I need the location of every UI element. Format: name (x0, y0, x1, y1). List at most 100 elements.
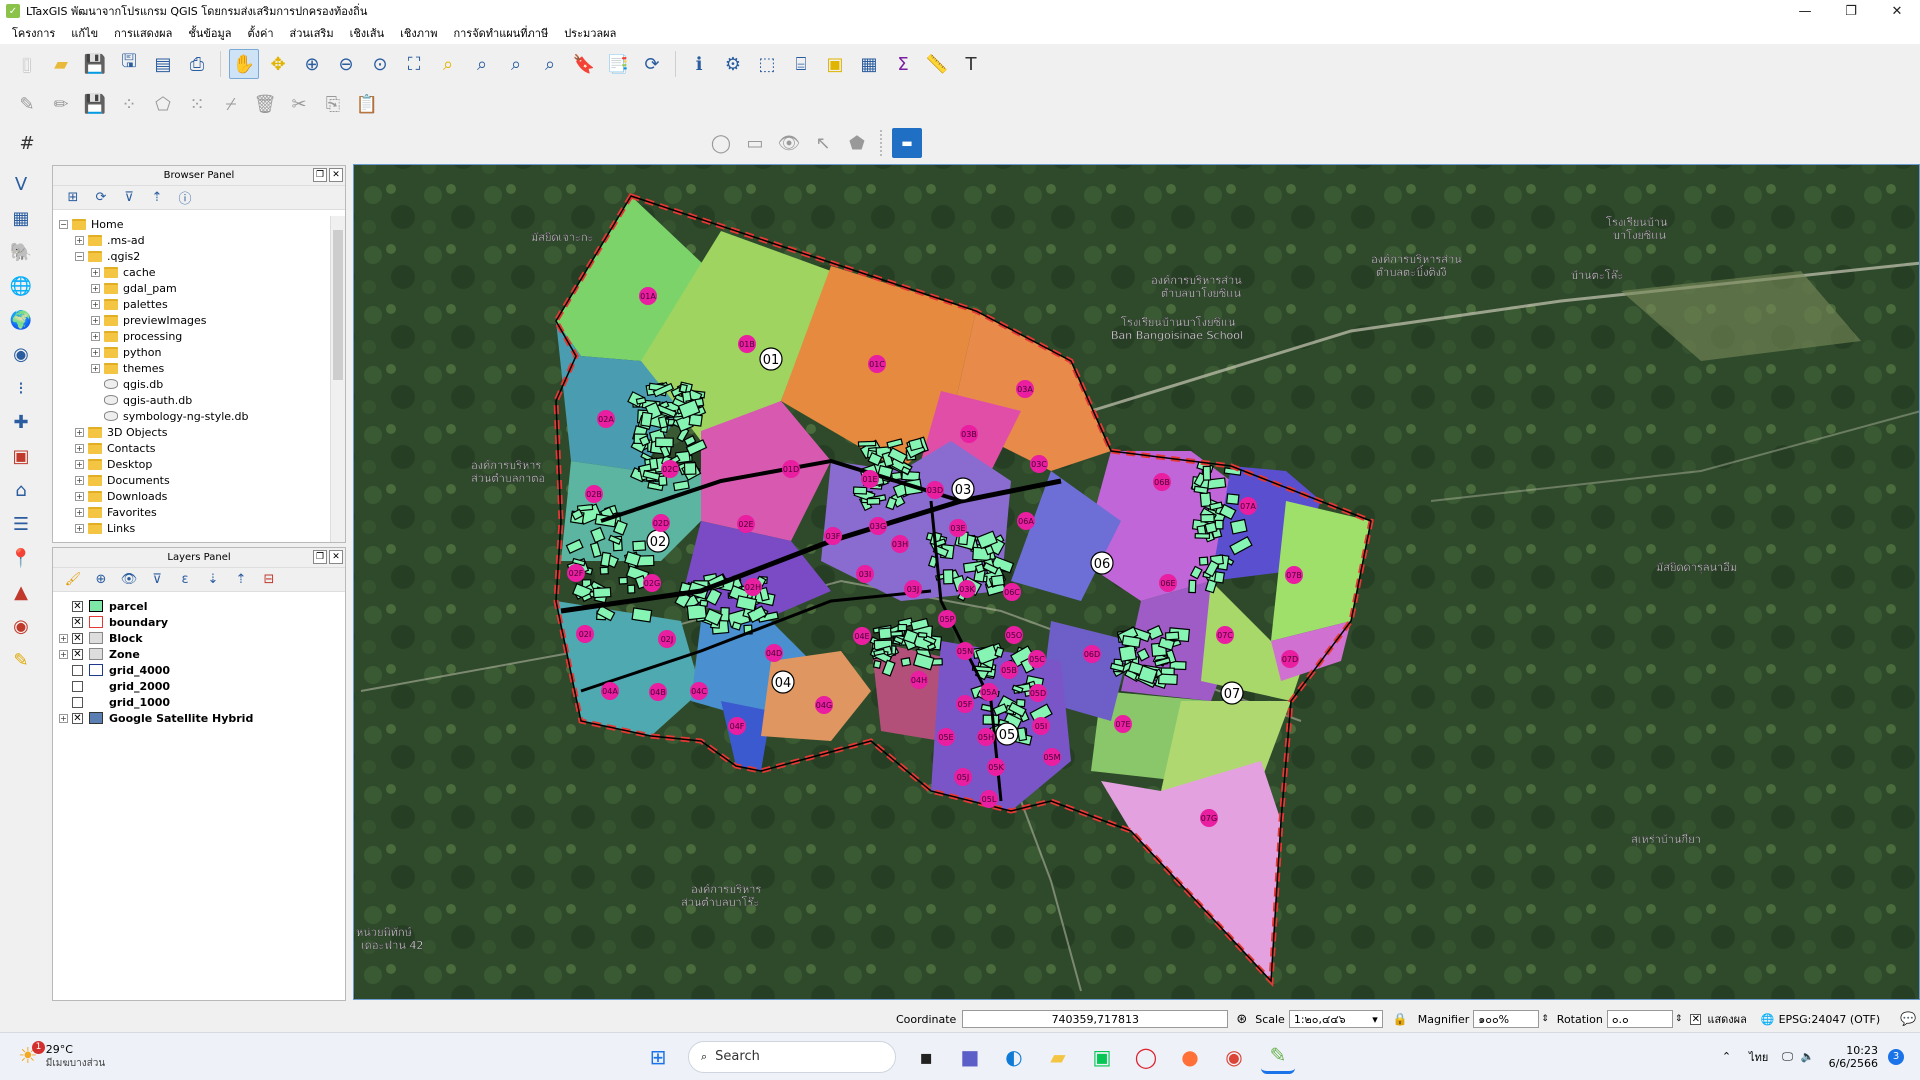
file-explorer-icon[interactable]: ▰ (1041, 1040, 1075, 1074)
browser-item[interactable]: + Desktop (59, 456, 345, 472)
menu-settings[interactable]: ตั้งค่า (239, 24, 281, 42)
filter-legend-icon[interactable]: ⊽ (146, 569, 168, 591)
teams-chat-icon[interactable]: ■ (953, 1040, 987, 1074)
plugin-triangle-icon[interactable]: ▲ (6, 577, 36, 607)
shape-rectangle-icon[interactable]: ▭ (740, 128, 770, 158)
browser-item[interactable]: symbology-ng-style.db (59, 408, 345, 424)
add-polygon-icon[interactable]: ⬠ (148, 89, 178, 119)
open-layer-styling-icon[interactable]: 🖌 (62, 569, 84, 591)
run-feature-action-icon[interactable]: ⚙ (718, 49, 748, 79)
new-print-layout-icon[interactable]: ▤ (148, 49, 178, 79)
zoom-out-icon[interactable]: ⊖ (331, 49, 361, 79)
zoom-to-selection-icon[interactable]: ⌕ (433, 49, 463, 79)
layer-visibility-checkbox[interactable] (72, 696, 83, 708)
task-view-icon[interactable]: ▪ (909, 1040, 943, 1074)
layer-visibility-checkbox[interactable]: ✕ (72, 712, 83, 724)
expand-toggle-icon[interactable]: + (75, 523, 84, 533)
render-checkbox[interactable]: ✕ (1690, 1013, 1702, 1025)
new-shapefile-icon[interactable]: ✚ (6, 407, 36, 437)
menu-edit[interactable]: แก้ไข (63, 24, 106, 42)
expand-toggle-icon[interactable]: + (75, 491, 84, 501)
cut-features-icon[interactable]: ✂ (284, 89, 314, 119)
browser-item[interactable]: + themes (59, 360, 345, 376)
delete-selected-icon[interactable]: 🗑 (250, 89, 280, 119)
refresh-icon[interactable]: ⟳ (637, 49, 667, 79)
add-delimited-text-icon[interactable]: ⁝ (6, 373, 36, 403)
filter-expression-icon[interactable]: ε (174, 569, 196, 591)
statistics-sigma-icon[interactable]: Σ (888, 49, 918, 79)
expand-all-icon[interactable]: ⇣ (202, 569, 224, 591)
layer-item[interactable]: grid_1000 (59, 694, 345, 710)
crs-globe-icon[interactable]: 🌐 (1761, 1013, 1775, 1026)
spin-arrows-icon[interactable]: ⇕ (1675, 1014, 1683, 1024)
deselect-icon[interactable]: ▣ (820, 49, 850, 79)
layer-item[interactable]: ✕ parcel (59, 598, 345, 614)
expand-toggle-icon[interactable]: + (59, 713, 68, 723)
browser-item[interactable]: + Links (59, 520, 345, 536)
save-project-icon[interactable]: 💾 (80, 49, 110, 79)
menu-tax-map[interactable]: การจัดทำแผนที่ภาษี (445, 24, 556, 42)
add-wms-layer-icon[interactable]: 🌐 (6, 271, 36, 301)
add-selected-layers-icon[interactable]: ⊞ (62, 187, 84, 209)
add-wfs-layer-icon[interactable]: 🌍 (6, 305, 36, 335)
menu-layer[interactable]: ชั้นข้อมูล (180, 24, 239, 42)
plugin-a-icon[interactable]: ▣ (6, 441, 36, 471)
expand-toggle-icon[interactable]: + (75, 475, 84, 485)
browser-item[interactable]: qgis.db (59, 376, 345, 392)
plugin-note-icon[interactable]: ✎ (6, 645, 36, 675)
expand-toggle-icon[interactable]: + (91, 363, 100, 373)
browser-item[interactable]: + Downloads (59, 488, 345, 504)
ltaxgis-taskbar-icon[interactable]: ✎ (1261, 1040, 1295, 1074)
refresh-browser-icon[interactable]: ⟳ (90, 187, 112, 209)
add-vector-layer-icon[interactable]: V (6, 169, 36, 199)
close-button[interactable]: ✕ (1874, 0, 1920, 22)
layer-visibility-checkbox[interactable]: ✕ (72, 632, 83, 644)
volume-icon[interactable]: 🔈 (1801, 1050, 1815, 1063)
browser-item[interactable]: + python (59, 344, 345, 360)
layer-visibility-checkbox[interactable] (72, 664, 83, 676)
snapping-grid-icon[interactable]: # (12, 128, 42, 158)
float-layers-button[interactable]: ❐ (313, 550, 327, 564)
modify-attributes-icon[interactable]: ⌿ (216, 89, 246, 119)
plugin-pin-icon[interactable]: 📍 (6, 543, 36, 573)
expand-toggle-icon[interactable]: + (75, 443, 84, 453)
expand-toggle-icon[interactable]: + (59, 633, 68, 643)
close-panel-button[interactable]: ✕ (329, 168, 343, 182)
expand-toggle-icon[interactable]: + (91, 331, 100, 341)
float-panel-button[interactable]: ❐ (313, 168, 327, 182)
layer-item[interactable]: + ✕ Google Satellite Hybrid (59, 710, 345, 726)
taskbar-search-box[interactable]: ⌕ Search (688, 1040, 896, 1073)
menu-raster[interactable]: เชิงภาพ (392, 24, 445, 42)
polygon-tool-icon[interactable]: ⬟ (842, 128, 872, 158)
expand-toggle-icon[interactable]: + (75, 459, 84, 469)
layout-manager-icon[interactable]: ⎙ (182, 49, 212, 79)
menu-project[interactable]: โครงการ (4, 24, 63, 42)
vertex-tool-icon[interactable]: ⁙ (182, 89, 212, 119)
expand-toggle-icon[interactable]: + (59, 649, 68, 659)
plugin-record-icon[interactable]: ◉ (6, 611, 36, 641)
menu-plugins[interactable]: ส่วนเสริม (282, 24, 342, 42)
browser-item[interactable]: − .qgis2 (59, 248, 345, 264)
spin-arrows-icon[interactable]: ⇕ (1541, 1014, 1549, 1024)
magnifier-spinbox[interactable]: ๑๐๐% (1473, 1010, 1540, 1028)
browser-item[interactable]: +3D Objects (59, 424, 345, 440)
browser-item[interactable]: + processing (59, 328, 345, 344)
messages-icon[interactable]: 💬 (1900, 1012, 1916, 1027)
coordinate-field[interactable]: 740359,717813 (962, 1010, 1229, 1028)
plugin-list-icon[interactable]: ☰ (6, 509, 36, 539)
visibility-eye-icon[interactable]: 👁 (774, 128, 804, 158)
add-feature-icon[interactable]: ⁘ (114, 89, 144, 119)
paste-features-icon[interactable]: 📋 (352, 89, 382, 119)
layer-visibility-checkbox[interactable] (72, 680, 83, 692)
layer-item[interactable]: ✕ boundary (59, 614, 345, 630)
layer-item[interactable]: + ✕ Zone (59, 646, 345, 662)
blue-tool-icon[interactable]: ▬ (892, 128, 922, 158)
browser-item[interactable]: + .ms-ad (59, 232, 345, 248)
zoom-native-icon[interactable]: ⊙ (365, 49, 395, 79)
manage-visibility-icon[interactable]: 👁 (118, 569, 140, 591)
clock[interactable]: 10:23 6/6/2566 (1829, 1044, 1878, 1070)
browser-item[interactable]: + Favorites (59, 504, 345, 520)
coordinate-toggle-icon[interactable]: ⊛ (1236, 1012, 1247, 1027)
open-project-icon[interactable]: ▰ (46, 49, 76, 79)
zoom-to-layer-icon[interactable]: ⌕ (467, 49, 497, 79)
